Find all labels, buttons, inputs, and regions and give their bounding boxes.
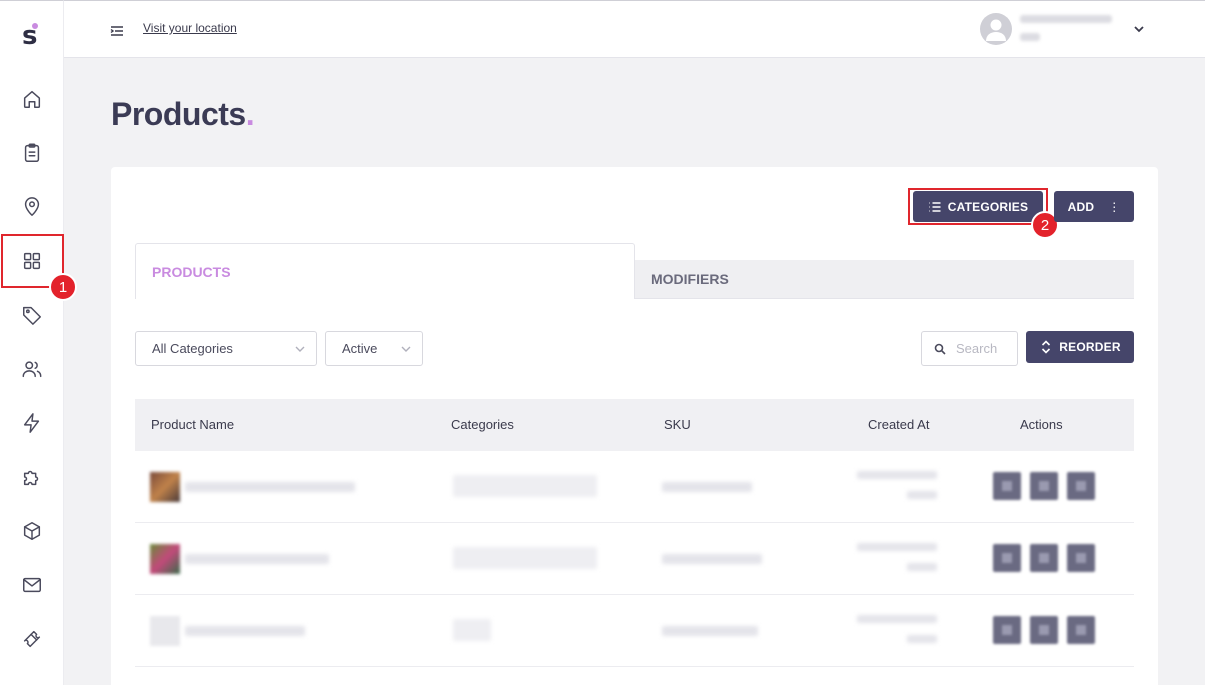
chevron-down-icon [400, 343, 412, 355]
user-name-redacted [1020, 15, 1112, 23]
clipboard-icon [24, 143, 40, 162]
annotation-highlight-categories [908, 188, 1048, 225]
product-thumbnail [150, 472, 180, 502]
sku-redacted [662, 554, 762, 564]
sidebar-item-coupons[interactable] [0, 619, 64, 659]
user-role-redacted [1020, 33, 1040, 41]
box-icon [23, 522, 41, 540]
user-menu-toggle[interactable] [1132, 21, 1146, 35]
sku-redacted [662, 482, 752, 492]
table-header: Product Name Categories SKU Created At A… [135, 399, 1134, 451]
category-filter-value: All Categories [152, 341, 233, 356]
edit-button[interactable] [993, 544, 1021, 572]
tab-modifiers[interactable]: MODIFIERS [635, 260, 1134, 299]
tag-icon [23, 306, 41, 325]
sidebar-item-home[interactable] [0, 79, 64, 119]
search-placeholder: Search [956, 341, 998, 356]
edit-button[interactable] [993, 616, 1021, 644]
created-time-redacted [907, 491, 937, 499]
product-thumbnail [150, 616, 180, 646]
products-card: CATEGORIES 2 ADD ⋮ PRODUCTS MODIFIERS Al… [111, 167, 1158, 685]
category-chip-redacted [453, 475, 597, 497]
category-chip-redacted [453, 619, 491, 641]
visit-location-link[interactable]: Visit your location [143, 21, 237, 35]
annotation-step-badge-1: 1 [49, 273, 77, 301]
delete-button[interactable] [1067, 616, 1095, 644]
sku-redacted [662, 626, 758, 636]
chevron-down-icon [1134, 26, 1144, 33]
status-filter-select[interactable]: Active [325, 331, 423, 366]
category-filter-select[interactable]: All Categories [135, 331, 317, 366]
created-time-redacted [907, 635, 937, 643]
tab-products[interactable]: PRODUCTS [135, 243, 635, 299]
sidebar-item-integrations[interactable] [0, 403, 64, 443]
duplicate-button[interactable] [1030, 616, 1058, 644]
sidebar-item-orders[interactable] [0, 133, 64, 173]
column-header-product-name[interactable]: Product Name [151, 417, 234, 432]
app-logo[interactable]: s [18, 21, 44, 51]
column-header-created-at[interactable]: Created At [868, 417, 929, 432]
sidebar-item-plugins[interactable] [0, 457, 64, 497]
column-header-categories[interactable]: Categories [451, 417, 514, 432]
table-row[interactable] [135, 451, 1134, 523]
search-input[interactable]: Search [921, 331, 1018, 366]
reorder-button[interactable]: REORDER [1026, 331, 1134, 363]
created-date-redacted [857, 543, 937, 551]
edit-button[interactable] [993, 472, 1021, 500]
home-icon [23, 90, 41, 108]
reorder-button-label: REORDER [1059, 340, 1121, 354]
product-thumbnail [150, 544, 180, 574]
top-bar: Visit your location [64, 0, 1205, 58]
search-icon [934, 343, 946, 355]
table-row[interactable] [135, 523, 1134, 595]
sidebar-item-messages[interactable] [0, 565, 64, 605]
page-title-text: Products [111, 96, 246, 132]
delete-button[interactable] [1067, 472, 1095, 500]
created-date-redacted [857, 471, 937, 479]
column-header-actions: Actions [1020, 417, 1063, 432]
location-pin-icon [24, 197, 40, 216]
created-date-redacted [857, 615, 937, 623]
add-button[interactable]: ADD ⋮ [1054, 191, 1134, 222]
delete-button[interactable] [1067, 544, 1095, 572]
product-name-redacted[interactable] [185, 626, 305, 636]
product-name-redacted[interactable] [185, 554, 329, 564]
status-filter-value: Active [342, 341, 378, 356]
users-icon [22, 361, 42, 378]
sort-icon [1042, 340, 1051, 354]
mail-icon [23, 577, 41, 593]
table-row[interactable] [135, 595, 1134, 667]
category-chip-redacted [453, 547, 597, 569]
more-options-icon: ⋮ [1108, 199, 1121, 214]
page-title: Products. [111, 96, 255, 133]
duplicate-button[interactable] [1030, 472, 1058, 500]
created-time-redacted [907, 563, 937, 571]
puzzle-icon [23, 470, 39, 486]
add-button-label: ADD [1067, 199, 1095, 214]
ticket-icon [23, 630, 41, 648]
menu-toggle-button[interactable] [110, 23, 124, 37]
product-name-redacted[interactable] [185, 482, 355, 492]
avatar[interactable] [980, 13, 1012, 45]
sidebar-item-customers[interactable] [0, 349, 64, 389]
sidebar: s [0, 0, 64, 685]
chevron-down-icon [294, 343, 306, 355]
column-header-sku[interactable]: SKU [664, 417, 691, 432]
sidebar-item-inventory[interactable] [0, 511, 64, 551]
user-icon [986, 19, 1006, 41]
menu-icon [110, 26, 123, 36]
logo-dot [32, 23, 38, 29]
duplicate-button[interactable] [1030, 544, 1058, 572]
sidebar-item-tags[interactable] [0, 295, 64, 335]
page-title-dot: . [245, 96, 255, 132]
lightning-icon [23, 413, 40, 433]
sidebar-item-locations[interactable] [0, 187, 64, 227]
